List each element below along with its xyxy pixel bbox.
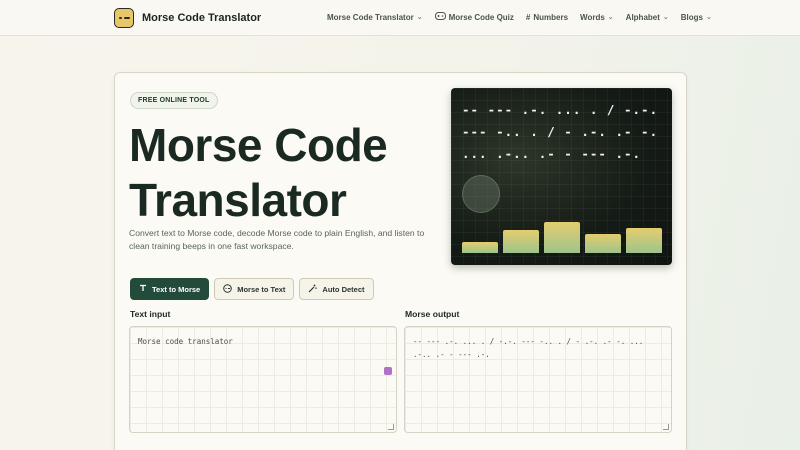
nav-label: Morse Code Quiz <box>448 12 514 22</box>
text-input-value: Morse code translator <box>138 337 233 346</box>
nav-item-morse-code-quiz[interactable]: Morse Code Quiz <box>434 12 514 22</box>
hero-description: Convert text to Morse code, decode Morse… <box>129 228 425 251</box>
mode-label: Morse to Text <box>237 284 286 294</box>
text-icon <box>139 284 147 294</box>
morse-output-label: Morse output <box>405 309 460 319</box>
signal-bar <box>585 234 621 253</box>
mode-switcher: Text to Morse Morse to Text Auto Detect <box>130 278 374 300</box>
nav-label: Words <box>580 12 605 22</box>
mode-label: Text to Morse <box>152 284 201 294</box>
morse-output-line-1: -- --- .-. ... . / -.-. --- -.. . / - .-… <box>413 337 644 346</box>
mode-label: Auto Detect <box>322 284 365 294</box>
chevron-down-icon: ⌄ <box>607 14 614 21</box>
morse-visualizer: -- --- .-. ... . / -.-. --- -.. . / - .-… <box>451 88 672 265</box>
nav-item-morse-code-translator[interactable]: Morse Code Translator ⌄ <box>327 13 423 22</box>
nav-label: Numbers <box>533 12 569 22</box>
brand-name: Morse Code Translator <box>142 12 262 24</box>
nav-item-words[interactable]: Words ⌄ <box>580 13 614 22</box>
chevron-down-icon: ⌄ <box>706 14 712 21</box>
top-navigation-bar: Morse Code Translator Morse Code Transla… <box>0 0 800 36</box>
morse-logo-icon <box>114 8 134 28</box>
chevron-down-icon: ⌄ <box>662 14 669 21</box>
signal-bar <box>544 222 580 253</box>
nav-item-blogs[interactable]: Blogs ⌄ <box>681 13 712 22</box>
nav-label: Morse Code Translator <box>327 12 414 22</box>
chevron-down-icon: ⌄ <box>416 14 423 21</box>
signal-bar <box>462 242 498 253</box>
wand-icon <box>308 284 318 295</box>
brand-link[interactable]: Morse Code Translator <box>114 8 261 28</box>
extension-icon[interactable] <box>384 367 392 375</box>
hash-icon: # <box>525 12 531 22</box>
signal-orb <box>462 175 500 213</box>
free-tool-badge: FREE ONLINE TOOL <box>130 92 218 109</box>
morse-icon <box>223 283 233 295</box>
nav-label: Alphabet <box>625 12 660 22</box>
nav-label: Blogs <box>680 12 704 22</box>
main-nav: Morse Code Translator ⌄ Morse Code Quiz … <box>327 12 712 22</box>
title-line-2: Translator <box>129 174 347 226</box>
nav-item-numbers[interactable]: # Numbers <box>526 13 568 22</box>
visual-morse-line: -- --- .-. ... . / -.-. <box>462 102 659 117</box>
page-title: Morse Code Translator <box>129 118 429 228</box>
text-input-area[interactable]: Morse code translator <box>129 326 397 433</box>
resize-handle[interactable] <box>388 424 394 430</box>
signal-bar <box>626 228 662 253</box>
visual-morse-line: ... .-.. .- - --- .-. <box>462 146 642 161</box>
morse-to-text-button[interactable]: Morse to Text <box>214 278 295 300</box>
gamepad-icon <box>434 12 446 22</box>
auto-detect-button[interactable]: Auto Detect <box>299 278 374 300</box>
resize-handle[interactable] <box>663 424 669 430</box>
visual-morse-line: --- -.. . / - .-. .- -. <box>462 124 659 139</box>
signal-bar <box>503 230 539 253</box>
morse-output-area[interactable]: -- --- .-. ... . / -.-. --- -.. . / - .-… <box>404 326 672 433</box>
morse-output-line-2: .-.. .- - --- .-. <box>413 350 490 359</box>
text-input-label: Text input <box>130 309 171 319</box>
text-to-morse-button[interactable]: Text to Morse <box>130 278 210 300</box>
title-line-1: Morse Code <box>129 119 388 171</box>
nav-item-alphabet[interactable]: Alphabet ⌄ <box>626 13 669 22</box>
translator-card: FREE ONLINE TOOL Morse Code Translator C… <box>114 72 687 450</box>
